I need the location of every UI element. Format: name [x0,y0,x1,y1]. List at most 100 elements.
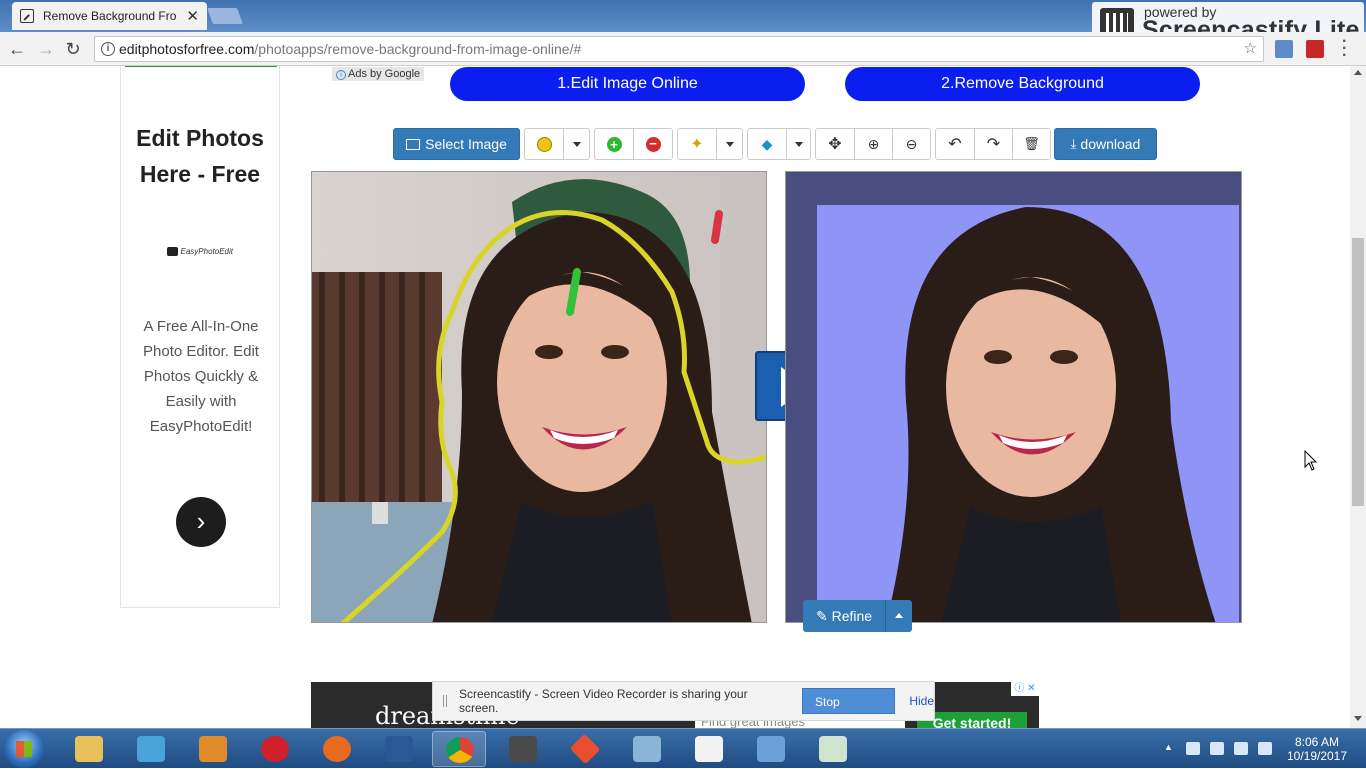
brush-color-button[interactable] [524,128,564,160]
zoom-out-icon: ⊖ [905,135,918,152]
screen-sharing-bar: Screencastify - Screen Video Recorder is… [432,681,935,735]
step1-edit-image-button[interactable]: 1.Edit Image Online [450,67,805,101]
redo-button[interactable]: ↷ [974,128,1013,160]
start-button-icon[interactable] [4,730,44,768]
move-button[interactable]: ✥ [815,128,855,160]
redo-icon: ↷ [986,136,1001,153]
caret-down-icon [572,141,581,147]
sidebar-ad: Edit Photos Here - Free EasyPhotoEdit A … [120,66,280,608]
camera-icon [167,246,178,256]
download-icon: ⤓ [1070,136,1077,151]
magic-wand-button[interactable]: ✦ [677,128,717,160]
easyphotoedit-logo-text: EasyPhotoEdit [180,246,233,256]
refine-button-group: ✎ Refine [803,600,912,632]
brush-dropdown[interactable] [563,128,590,160]
sublime-taskbar-icon[interactable] [496,731,550,767]
result-photo [886,207,1216,622]
scroll-up-icon[interactable] [1354,70,1362,75]
zoom-in-button[interactable]: ⊕ [854,128,893,160]
source-image-canvas[interactable] [311,171,767,623]
remove-area-button[interactable]: − [633,128,673,160]
network-signal-icon[interactable] [1234,742,1248,755]
windows-taskbar: ▲ 8:06 AM 10/19/2017 [0,728,1366,768]
eraser-icon: ◆ [761,135,773,152]
tray-expand-icon[interactable]: ▲ [1164,742,1178,755]
add-area-button[interactable]: + [594,128,634,160]
taskbar-clock[interactable]: 8:06 AM 10/19/2017 [1282,735,1352,763]
extension-icon[interactable] [1275,40,1293,58]
eraser-dropdown[interactable] [786,128,811,160]
site-info-icon[interactable]: i [101,42,115,56]
select-image-button[interactable]: Select Image [393,128,520,160]
edit-icon: ✎ [815,608,832,624]
magic-wand-dropdown[interactable] [716,128,743,160]
action-center-flag-icon[interactable] [1186,742,1200,755]
undo-button[interactable]: ↶ [935,128,975,160]
clock-time: 8:06 AM [1294,735,1340,749]
ad-info-icon: i [336,70,346,80]
network-app-taskbar-icon[interactable] [620,731,674,767]
select-image-label: Select Image [425,136,507,152]
scrollbar-thumb[interactable] [1352,238,1364,506]
back-arrow-icon[interactable]: ← [6,38,28,60]
source-photo [312,172,766,622]
minus-circle-icon: − [645,136,661,152]
download-button[interactable]: ⤓ download [1054,128,1157,160]
ads-by-google-text: Ads by Google [348,68,421,80]
refine-button[interactable]: ✎ Refine [803,600,885,632]
undo-icon: ↶ [948,136,962,153]
firefox-taskbar-icon[interactable] [310,731,364,767]
hide-link[interactable]: Hide [909,694,934,708]
tab-close-icon[interactable]: ✕ [186,7,199,25]
sidebar-description: A Free All-In-One Photo Editor. Edit Pho… [143,318,259,435]
vc-app-taskbar-icon[interactable] [682,731,736,767]
clock-date: 10/19/2017 [1286,749,1348,763]
feather-app-taskbar-icon[interactable] [124,731,178,767]
drag-grip-icon[interactable] [443,695,447,707]
url-input[interactable]: i editphotosforfree.com/photoapps/remove… [94,36,1264,62]
new-tab-button[interactable] [207,8,243,24]
plus-circle-icon: + [606,136,622,152]
chevron-right-icon[interactable]: › [176,497,226,547]
yellow-brush-icon [536,136,552,152]
mouse-cursor-icon [1304,450,1318,471]
download-label: download [1080,136,1141,152]
url-path: /photoapps/remove-background-from-image-… [254,41,582,57]
image-icon [406,138,421,150]
stop-sharing-button[interactable]: Stop sharing [801,688,896,735]
word-taskbar-icon[interactable] [372,731,426,767]
refine-label: Refine [831,608,873,624]
eraser-button[interactable]: ◆ [747,128,787,160]
zoom-out-button[interactable]: ⊖ [892,128,931,160]
ads-by-google-label[interactable]: i Ads by Google [332,67,425,81]
reload-icon[interactable]: ↻ [62,38,84,60]
trash-icon: 🗑 [1023,136,1040,151]
ad-close-icon[interactable]: ⓘ ✕ [1011,682,1039,696]
opera-taskbar-icon[interactable] [248,731,302,767]
browser-menu-icon[interactable]: · · · [1342,34,1347,64]
browser-tab[interactable]: Remove Background Fro ✕ [12,2,207,30]
web-page: Edit Photos Here - Free EasyPhotoEdit A … [0,66,1350,728]
media-player-taskbar-icon[interactable] [186,731,240,767]
magic-wand-icon: ✦ [690,136,704,153]
volume-icon[interactable] [1258,742,1272,755]
refine-dropdown[interactable] [885,600,912,632]
explorer-taskbar-icon[interactable] [62,731,116,767]
result-preview-canvas[interactable] [785,171,1242,623]
forward-arrow-icon[interactable]: → [35,38,57,60]
bookmark-star-icon[interactable]: ☆ [1244,37,1257,61]
page-favicon-icon [20,9,34,23]
remote-desktop-taskbar-icon[interactable] [744,731,798,767]
delete-button[interactable]: 🗑 [1012,128,1051,160]
easyphotoedit-logo[interactable]: EasyPhotoEdit [167,244,233,258]
caret-down-icon [794,141,803,147]
git-taskbar-icon[interactable] [558,731,612,767]
scroll-down-icon[interactable] [1354,716,1362,721]
chrome-taskbar-icon[interactable] [432,731,486,767]
screencastify-extension-icon[interactable] [1306,40,1324,58]
step2-remove-background-button[interactable]: 2.Remove Background [845,67,1200,101]
zoom-in-icon: ⊕ [867,135,880,152]
page-scrollbar[interactable] [1350,66,1366,728]
tray-app-icon[interactable] [1210,742,1224,755]
spreadsheet-taskbar-icon[interactable] [806,731,860,767]
